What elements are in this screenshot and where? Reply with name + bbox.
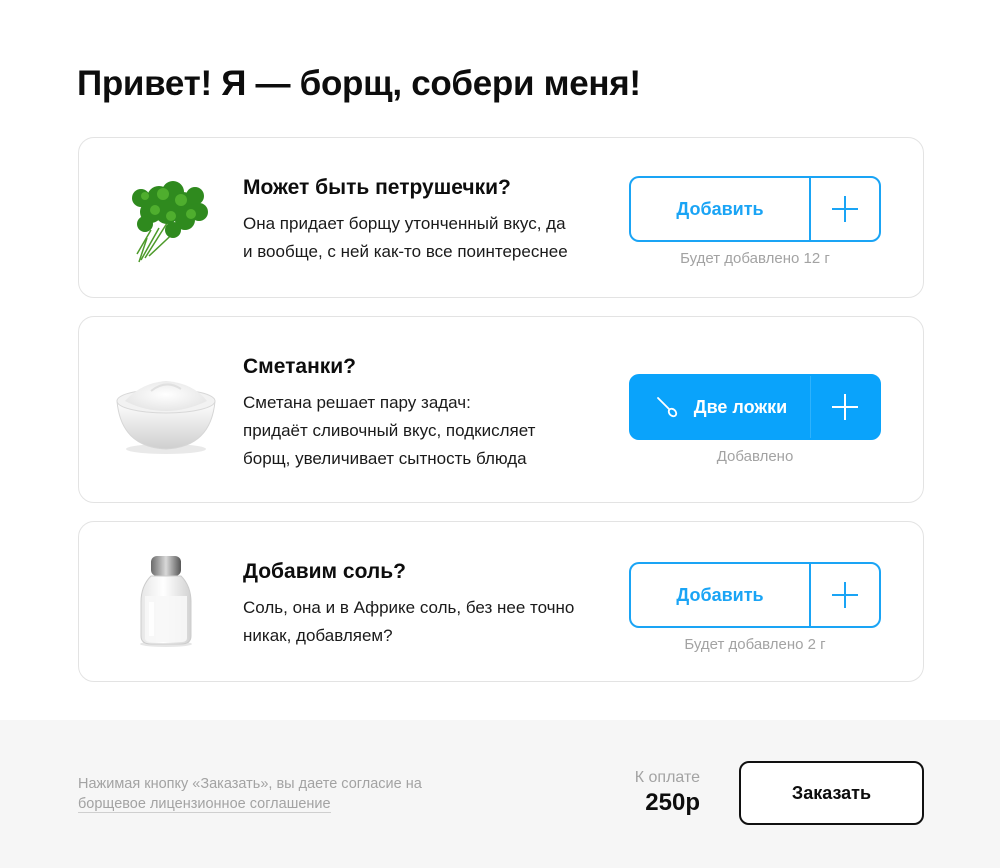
payment-summary: К оплате 250р bbox=[590, 769, 700, 817]
add-button-group: Добавить bbox=[629, 562, 881, 628]
increase-sour-cream-button[interactable] bbox=[811, 376, 879, 438]
order-button[interactable]: Заказать bbox=[739, 761, 924, 825]
ingredient-control: Добавить Будет добавлено 2 г bbox=[629, 562, 881, 653]
parsley-image bbox=[111, 168, 221, 268]
ingredient-description: Соль, она и в Африке соль, без нее точно… bbox=[243, 598, 575, 645]
consent-text: Нажимая кнопку «Заказать», вы даете согл… bbox=[78, 776, 422, 813]
pay-label: К оплате bbox=[634, 769, 700, 786]
plus-icon bbox=[832, 394, 858, 420]
ingredient-text: Может быть петрушечки? Она придает борщу… bbox=[243, 176, 603, 266]
ingredient-title: Добавим соль? bbox=[243, 560, 406, 583]
page-title: Привет! Я — борщ, собери меня! bbox=[77, 64, 641, 103]
ingredient-card-parsley: Может быть петрушечки? Она придает борщу… bbox=[78, 137, 924, 298]
license-agreement-link[interactable]: борщевое лицензионное соглашение bbox=[78, 796, 331, 813]
plus-icon bbox=[832, 582, 858, 608]
salt-shaker-image bbox=[111, 552, 221, 652]
ingredient-title: Может быть петрушечки? bbox=[243, 176, 511, 199]
ingredient-card-sour-cream: Сметанки? Сметана решает пару задач: при… bbox=[78, 316, 924, 503]
ingredient-text: Добавим соль? Соль, она и в Африке соль,… bbox=[243, 560, 603, 650]
ingredient-text: Сметанки? Сметана решает пару задач: при… bbox=[243, 355, 603, 473]
increase-parsley-button[interactable] bbox=[811, 178, 879, 240]
ingredient-status: Добавлено bbox=[716, 448, 794, 465]
add-salt-button[interactable]: Добавить bbox=[631, 564, 811, 626]
ingredient-description: Она придает борщу утонченный вкус, да и … bbox=[243, 214, 568, 261]
sour-cream-amount-button[interactable]: Две ложки bbox=[631, 376, 811, 438]
increase-salt-button[interactable] bbox=[811, 564, 879, 626]
spoon-icon bbox=[654, 394, 680, 420]
pay-amount: 250р bbox=[645, 789, 700, 816]
ingredient-card-salt: Добавим соль? Соль, она и в Африке соль,… bbox=[78, 521, 924, 682]
order-footer: Нажимая кнопку «Заказать», вы даете согл… bbox=[0, 720, 1000, 868]
plus-icon bbox=[832, 196, 858, 222]
add-parsley-button[interactable]: Добавить bbox=[631, 178, 811, 240]
ingredient-status: Будет добавлено 2 г bbox=[684, 636, 826, 653]
ingredient-description: Сметана решает пару задач: придаёт сливо… bbox=[243, 393, 536, 468]
add-button-group: Добавить bbox=[629, 176, 881, 242]
button-label: Две ложки bbox=[693, 396, 788, 417]
sour-cream-image bbox=[111, 361, 221, 461]
ingredient-control: Две ложки Добавлено bbox=[629, 374, 881, 465]
added-button-group: Две ложки bbox=[629, 374, 881, 440]
ingredient-control: Добавить Будет добавлено 12 г bbox=[629, 176, 881, 267]
ingredient-status: Будет добавлено 12 г bbox=[680, 250, 830, 267]
ingredient-title: Сметанки? bbox=[243, 355, 356, 378]
